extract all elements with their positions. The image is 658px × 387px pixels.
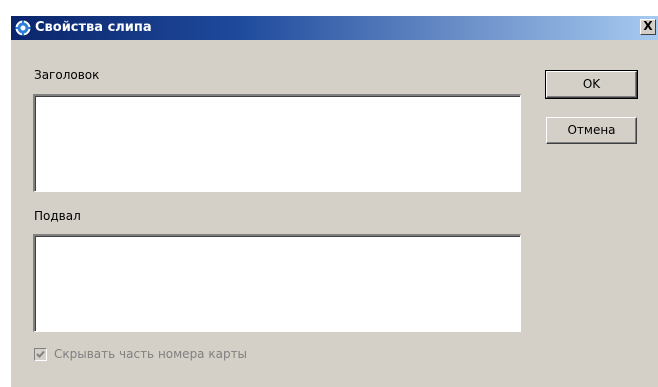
- cancel-button[interactable]: Отмена: [546, 117, 637, 144]
- slip-properties-dialog: Свойства слипа X Заголовок Подвал OK Отм…: [10, 15, 658, 387]
- title-bar[interactable]: Свойства слипа X: [11, 16, 658, 40]
- footer-textarea[interactable]: [33, 234, 521, 332]
- hide-card-number-label: Скрывать часть номера карты: [54, 347, 248, 361]
- hide-card-number-checkbox[interactable]: [34, 348, 47, 361]
- header-textarea[interactable]: [33, 94, 521, 192]
- checkmark-icon: [36, 350, 45, 358]
- ok-button[interactable]: OK: [545, 70, 638, 99]
- close-icon: X: [643, 19, 653, 33]
- window-title: Свойства слипа: [35, 20, 152, 35]
- footer-label: Подвал: [34, 209, 81, 223]
- close-button[interactable]: X: [640, 19, 656, 35]
- header-label: Заголовок: [34, 68, 100, 82]
- gear-icon: [14, 19, 32, 37]
